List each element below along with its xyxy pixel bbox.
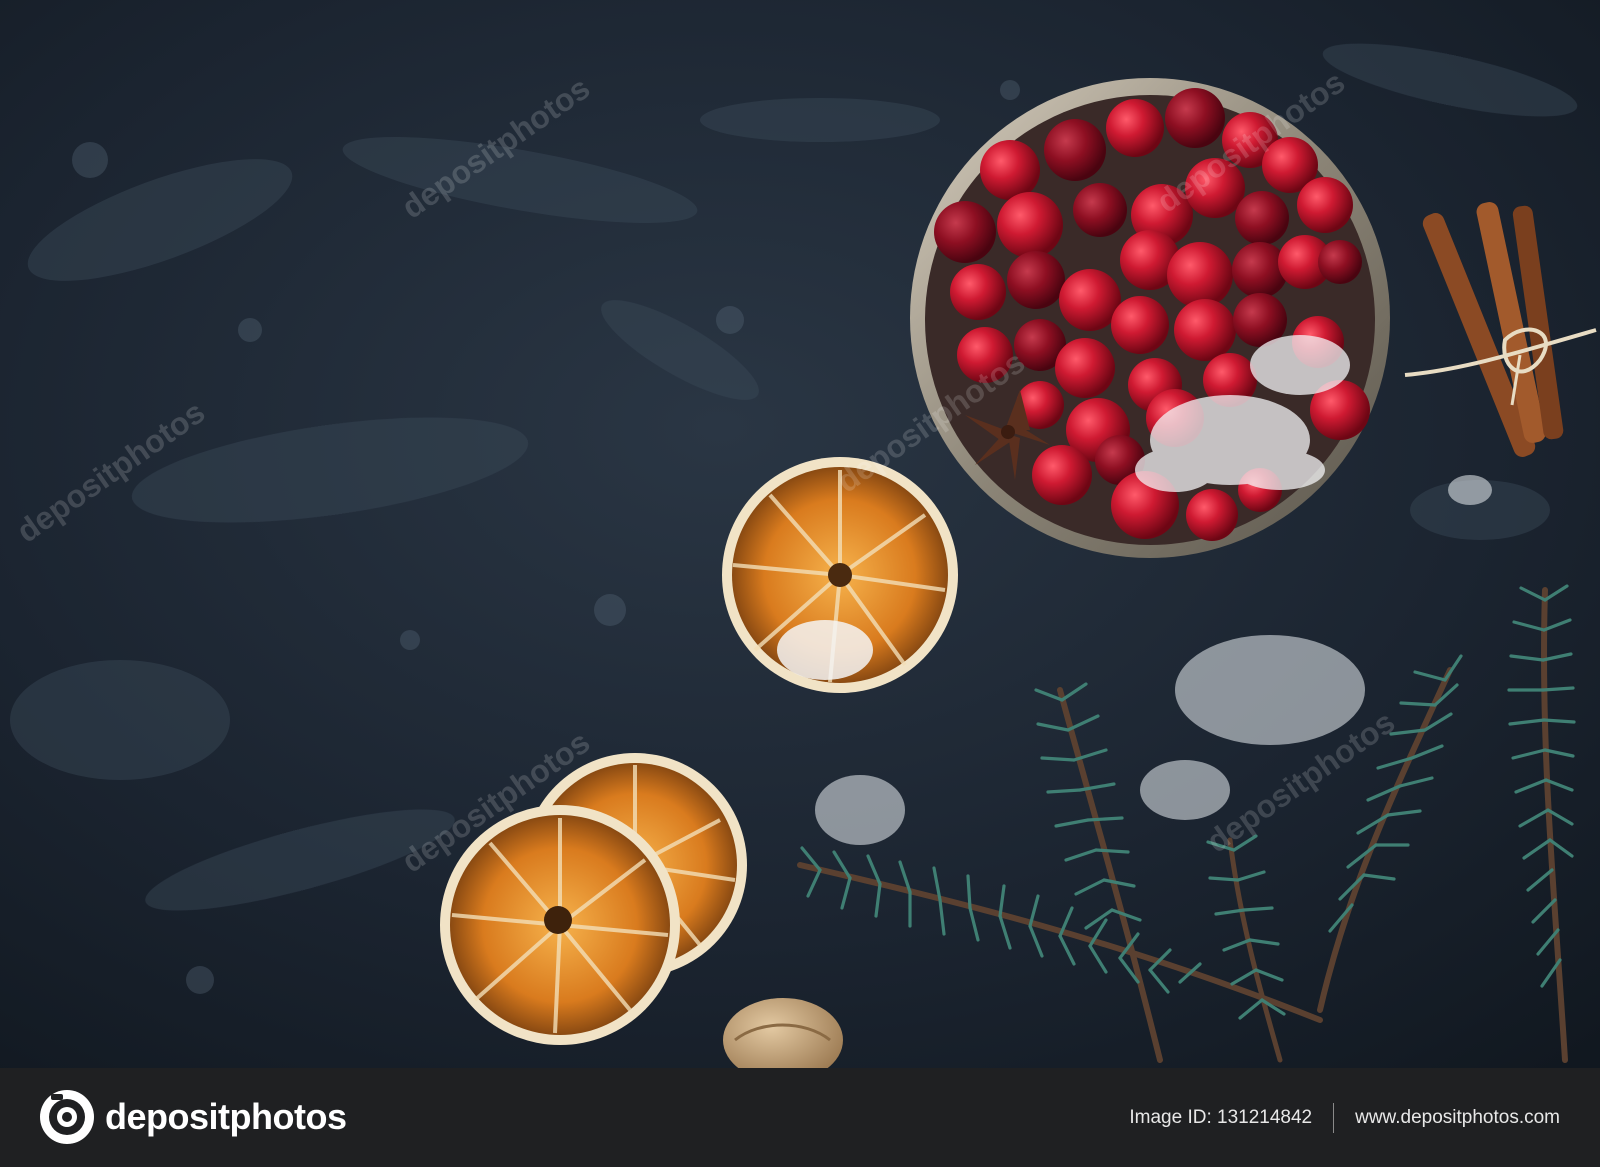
image-id-label: Image ID: 131214842 <box>1129 1106 1313 1128</box>
dried-orange-slice-front <box>440 805 680 1045</box>
stock-photo-frame: depositphotos depositphotos depositphoto… <box>0 0 1600 1167</box>
cranberry-bowl <box>910 78 1390 558</box>
image-meta: Image ID: 131214842 www.depositphotos.co… <box>1129 1068 1560 1167</box>
stock-footer-bar: depositphotos Image ID: 131214842 www.de… <box>0 1068 1600 1167</box>
website-link[interactable]: www.depositphotos.com <box>1355 1107 1560 1129</box>
brand-logo[interactable]: depositphotos <box>38 1087 347 1147</box>
meta-divider <box>1333 1102 1335 1133</box>
dried-orange-slice <box>722 457 958 693</box>
brand-name: depositphotos <box>105 1096 347 1137</box>
christmas-flatlay-photo <box>0 0 1600 1068</box>
camera-logo-icon <box>40 1090 94 1144</box>
